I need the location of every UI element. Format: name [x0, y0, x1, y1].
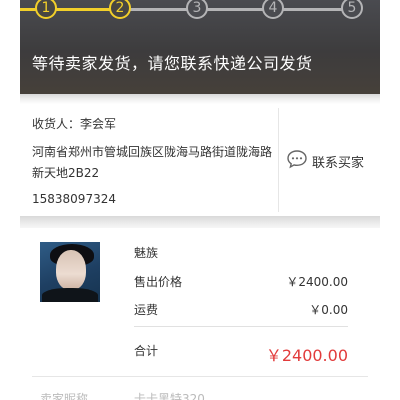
summary-divider	[134, 326, 348, 327]
status-banner: 1 2 3 4 5 等待卖家发货，请您联系快递公司发货	[20, 0, 380, 94]
chat-bubble-icon	[286, 148, 308, 174]
progress-step-1: 1	[35, 0, 57, 19]
contact-buyer-button[interactable]: 联系买家	[286, 150, 380, 172]
order-summary-section: 魅族 售出价格 ￥2400.00 运费 ￥0.00 合计 ￥2400.00 卖家…	[20, 228, 380, 400]
shipping-value: ￥0.00	[309, 303, 348, 317]
vertical-divider	[278, 108, 279, 212]
order-detail-card: 1 2 3 4 5 等待卖家发货，请您联系快递公司发货 收货人：李会军 河南省郑…	[20, 0, 380, 400]
progress-line-todo	[120, 8, 350, 11]
status-text: 等待卖家发货，请您联系快递公司发货	[32, 54, 313, 73]
progress-step-4: 4	[262, 0, 284, 19]
price-label: 售出价格	[134, 275, 183, 289]
total-value: ￥2400.00	[265, 346, 348, 365]
recipient-name: 收货人：李会军	[32, 117, 117, 131]
section-divider	[20, 94, 380, 104]
section-divider	[20, 216, 380, 228]
price-row: 售出价格 ￥2400.00	[134, 273, 348, 289]
row-divider	[32, 376, 368, 377]
progress-step-3: 3	[186, 0, 208, 19]
product-brand: 魅族	[134, 246, 159, 260]
address-line: 河南省郑州市管城回族区陇海马路街道陇海路新天地2B22	[32, 145, 273, 180]
seller-nickname-row: 卖家昵称 卡卡黑特320	[20, 390, 380, 400]
shipping-label: 运费	[134, 303, 159, 317]
seller-nickname-value: 卡卡黑特320	[134, 392, 205, 400]
progress-step-5: 5	[341, 0, 363, 19]
shipping-address-section: 收货人：李会军 河南省郑州市管城回族区陇海马路街道陇海路新天地2B22 1583…	[20, 104, 380, 216]
product-image-face	[56, 250, 86, 290]
total-label: 合计	[134, 344, 159, 358]
progress-stepper: 1 2 3 4 5	[20, 0, 380, 26]
product-image-shoulder	[42, 288, 98, 302]
shipping-row: 运费 ￥0.00	[134, 301, 348, 317]
progress-step-2: 2	[109, 0, 131, 19]
product-image[interactable]	[40, 242, 100, 302]
recipient-phone: 15838097324	[32, 192, 116, 206]
price-value: ￥2400.00	[286, 275, 348, 289]
seller-nickname-label: 卖家昵称	[40, 392, 89, 400]
contact-buyer-label: 联系买家	[312, 155, 365, 171]
